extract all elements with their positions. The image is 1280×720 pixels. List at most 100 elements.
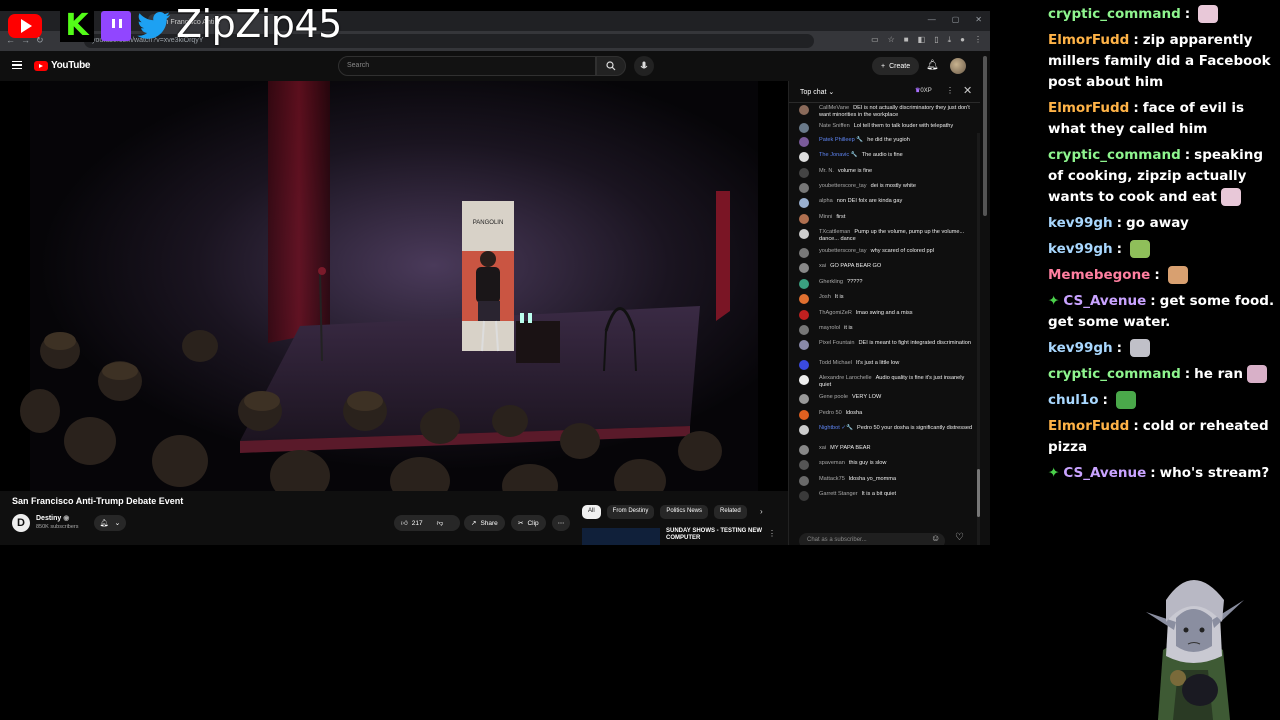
chat-author-name[interactable]: youbetterscore_tay: [819, 248, 867, 254]
like-count[interactable]: 217: [412, 520, 423, 527]
channel-avatar[interactable]: D: [12, 514, 30, 532]
chat-author-avatar[interactable]: [799, 229, 809, 239]
chip-politics-news[interactable]: Politics News: [660, 505, 709, 519]
chat-input[interactable]: Chat as a subscriber...: [799, 533, 945, 545]
chat-author-avatar[interactable]: [799, 137, 809, 147]
chat-author-name[interactable]: mayrolol: [819, 325, 840, 331]
recommended-more-icon[interactable]: ⋮: [768, 529, 776, 538]
stream-chat-username: kev99gh: [1048, 241, 1113, 257]
chat-author-avatar[interactable]: [799, 105, 809, 115]
chat-author-name[interactable]: spaveman: [819, 460, 845, 466]
chat-author-name[interactable]: xai: [819, 263, 826, 269]
chat-author-name[interactable]: CallMeVane: [819, 105, 849, 111]
chat-scrollbar[interactable]: [977, 133, 980, 545]
chat-author-name[interactable]: youbetterscore_tay: [819, 183, 867, 189]
chat-author-avatar[interactable]: [799, 214, 809, 224]
chat-author-avatar[interactable]: [799, 476, 809, 486]
chat-author-name[interactable]: TXcattleman: [819, 229, 850, 235]
thumbs-down-icon[interactable]: 👎︎: [437, 519, 444, 527]
notifications-icon[interactable]: 🔔︎: [926, 60, 939, 71]
channel-name[interactable]: Destiny ◉: [36, 514, 69, 522]
create-button[interactable]: + Create: [872, 57, 920, 75]
chat-author-avatar[interactable]: [799, 340, 809, 350]
chat-author-name[interactable]: ThAgomiZeR: [819, 310, 852, 316]
puzzle-icon[interactable]: ◧: [918, 35, 926, 45]
chat-author-avatar[interactable]: [799, 152, 809, 162]
video-player[interactable]: PANGOLIN: [0, 81, 788, 491]
chat-author-avatar[interactable]: [799, 491, 809, 501]
chat-author-avatar[interactable]: [799, 425, 809, 435]
chat-author-name[interactable]: Gherkling: [819, 279, 843, 285]
chat-author-avatar[interactable]: [799, 360, 809, 370]
xp-badge[interactable]: ♛0XP: [915, 87, 932, 94]
chat-author-name[interactable]: Josh: [819, 294, 831, 300]
thumbs-up-icon[interactable]: 👍︎: [401, 519, 408, 527]
chat-author-name[interactable]: Garrett Stanger: [819, 491, 858, 497]
more-actions-button[interactable]: ⋯: [552, 515, 570, 531]
chat-author-name[interactable]: Nightbot ✓🔧: [819, 425, 853, 431]
chat-author-name[interactable]: Pedro 50: [819, 410, 842, 416]
chat-author-name[interactable]: Nate Sniffen: [819, 123, 850, 129]
chat-author-name[interactable]: Mr. N.: [819, 168, 834, 174]
minimize-button[interactable]: —: [928, 15, 936, 24]
chat-author-avatar[interactable]: [799, 168, 809, 178]
youtube-logo[interactable]: YouTube: [34, 60, 91, 71]
cast-icon[interactable]: ▭: [871, 35, 879, 45]
chat-message-body: CallMeVane DEI is not actually discrimina…: [819, 105, 975, 118]
recommended-title[interactable]: SUNDAY SHOWS - TESTING NEW COMPUTER: [666, 528, 766, 542]
account-avatar[interactable]: [950, 58, 966, 74]
extension-icon[interactable]: ■: [904, 35, 909, 45]
chat-author-avatar[interactable]: [799, 460, 809, 470]
chat-author-name[interactable]: xai: [819, 445, 826, 451]
microphone-button[interactable]: [634, 56, 654, 76]
download-icon[interactable]: ⤓: [948, 35, 952, 45]
hamburger-menu-icon[interactable]: [12, 61, 22, 69]
chat-author-avatar[interactable]: [799, 394, 809, 404]
chat-author-avatar[interactable]: [799, 248, 809, 258]
chat-author-avatar[interactable]: [799, 198, 809, 208]
chat-author-avatar[interactable]: [799, 410, 809, 420]
chevron-right-icon[interactable]: ›: [760, 507, 763, 516]
chip-all[interactable]: All: [582, 505, 601, 519]
chat-author-avatar[interactable]: [799, 375, 809, 385]
stream-chat-line: ✦ CS_Avenue: who's stream?: [1048, 463, 1280, 484]
search-input[interactable]: Search: [338, 56, 596, 76]
chip-related[interactable]: Related: [714, 505, 747, 519]
maximize-button[interactable]: ▢: [952, 15, 960, 24]
chat-author-name[interactable]: Mattack75: [819, 476, 845, 482]
chat-author-avatar[interactable]: [799, 310, 809, 320]
chat-author-name[interactable]: Patek Philleep 🔧: [819, 137, 863, 143]
chat-author-avatar[interactable]: [799, 294, 809, 304]
chat-author-name[interactable]: alpha: [819, 198, 833, 204]
star-icon[interactable]: ☆: [888, 35, 895, 45]
search-button[interactable]: [596, 56, 626, 76]
close-icon[interactable]: ✕: [963, 84, 972, 97]
emoji-icon[interactable]: ☺: [931, 533, 940, 543]
chat-author-name[interactable]: Alexandre Larochelle: [819, 375, 872, 381]
close-window-button[interactable]: ✕: [975, 15, 982, 24]
heart-icon[interactable]: ♡: [955, 532, 964, 543]
chat-author-name[interactable]: Gene poole: [819, 394, 848, 400]
chat-author-avatar[interactable]: [799, 445, 809, 455]
subscribed-bell-button[interactable]: 🔔︎ ⌄: [94, 515, 126, 531]
page-scrollbar[interactable]: [982, 56, 988, 545]
kebab-menu-icon[interactable]: ⋮: [974, 35, 982, 45]
chat-author-name[interactable]: Pixel Fountain: [819, 340, 854, 346]
chat-more-icon[interactable]: ⋮: [946, 86, 954, 95]
clip-button[interactable]: ✂ Clip: [511, 515, 546, 531]
chat-author-avatar[interactable]: [799, 183, 809, 193]
top-chat-dropdown[interactable]: Top chat ⌄: [800, 88, 834, 96]
chat-author-avatar[interactable]: [799, 263, 809, 273]
chat-author-name[interactable]: Minni: [819, 214, 832, 220]
extension-icons[interactable]: ▭ ☆ ■ ◧ ▯ ⤓ ● ⋮: [871, 35, 982, 45]
chat-author-avatar[interactable]: [799, 123, 809, 133]
chat-author-name[interactable]: Todd Michael: [819, 360, 852, 366]
chat-author-avatar[interactable]: [799, 325, 809, 335]
share-button[interactable]: ↗ Share: [464, 515, 505, 531]
chip-from-destiny[interactable]: From Destiny: [606, 505, 655, 519]
sidebar-icon[interactable]: ▯: [934, 35, 938, 45]
chat-author-name[interactable]: The Jonavic 🔧: [819, 152, 858, 158]
profile-icon[interactable]: ●: [960, 35, 965, 45]
recommended-thumbnail[interactable]: [582, 528, 660, 545]
chat-author-avatar[interactable]: [799, 279, 809, 289]
